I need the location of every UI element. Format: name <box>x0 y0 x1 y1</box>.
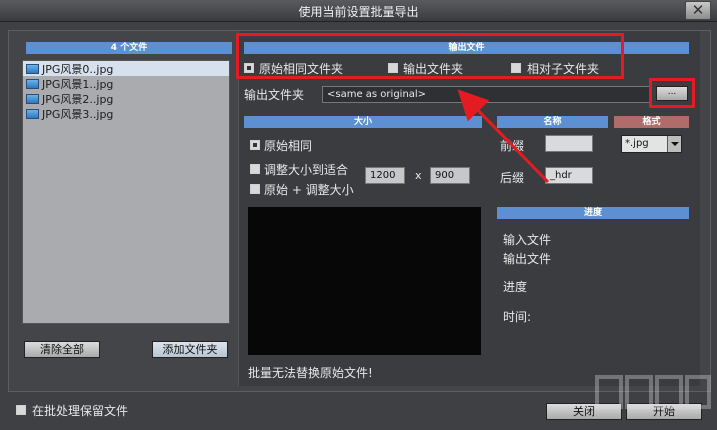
window-title: 使用当前设置批量导出 <box>298 5 419 19</box>
progress-label: 进度 <box>503 280 528 294</box>
time-label: 时间: <box>503 310 532 324</box>
progress-header: 进度 <box>497 207 689 219</box>
watermark-logo <box>595 375 711 409</box>
warning-text: 批量无法替换原始文件! <box>248 366 373 380</box>
add-folder-button[interactable]: 添加文件夹 <box>152 341 228 358</box>
output-file-label: 输出文件 <box>503 252 552 266</box>
prefix-label: 前缀 <box>500 139 525 153</box>
option-relative-subfolder-label: 相对子文件夹 <box>527 62 600 76</box>
size-header: 大小 <box>244 116 482 128</box>
size-by-label: x <box>415 169 422 182</box>
clear-all-button[interactable]: 清除全部 <box>24 341 100 358</box>
height-input[interactable]: 900 <box>430 167 470 184</box>
title-bar: 使用当前设置批量导出 ✕ <box>0 0 717 22</box>
input-file-label: 输入文件 <box>503 233 552 247</box>
file-name: JPG风景3..jpg <box>42 107 114 121</box>
file-name: JPG风景2..jpg <box>42 92 114 106</box>
image-file-icon <box>26 93 39 104</box>
checkbox-resize-fit[interactable] <box>250 164 260 174</box>
list-item[interactable]: JPG风景3..jpg <box>23 106 229 121</box>
radio-original-size[interactable] <box>250 140 260 150</box>
browse-button[interactable]: ... <box>656 86 688 101</box>
option-resize-fit-label: 调整大小到适合 <box>264 163 349 177</box>
file-list[interactable]: JPG风景0..jpg JPG风景1..jpg JPG风景2..jpg JPG风… <box>22 60 230 324</box>
chevron-down-icon[interactable] <box>667 136 681 152</box>
format-header: 格式 <box>614 116 689 128</box>
close-icon[interactable]: ✕ <box>685 1 711 20</box>
naming-header: 名称 <box>497 116 608 128</box>
list-item[interactable]: JPG风景0..jpg <box>23 61 229 76</box>
image-preview <box>248 207 481 355</box>
list-item[interactable]: JPG风景1..jpg <box>23 76 229 91</box>
format-select[interactable]: *.jpg <box>621 135 682 153</box>
checkbox-original-plus-resize[interactable] <box>250 184 260 194</box>
option-original-size-label: 原始相同 <box>264 139 313 153</box>
checkbox-keep-files[interactable] <box>16 405 26 415</box>
file-name: JPG风景1..jpg <box>42 77 114 91</box>
output-folder-label: 输出文件夹 <box>244 88 305 102</box>
list-item[interactable]: JPG风景2..jpg <box>23 91 229 106</box>
option-output-folder-label: 输出文件夹 <box>403 62 464 76</box>
output-folder-input[interactable]: <same as original> <box>322 86 652 103</box>
option-same-folder-label: 原始相同文件夹 <box>259 62 344 76</box>
image-file-icon <box>26 108 39 119</box>
keep-files-label: 在批处理保留文件 <box>32 404 129 418</box>
format-selected-value: *.jpg <box>625 138 649 149</box>
suffix-input[interactable]: _hdr <box>545 167 593 184</box>
file-name: JPG风景0..jpg <box>42 62 114 76</box>
prefix-input[interactable] <box>545 135 593 152</box>
radio-output-folder[interactable] <box>388 63 398 73</box>
option-original-plus-resize-label: 原始 + 调整大小 <box>264 183 354 197</box>
width-input[interactable]: 1200 <box>365 167 405 184</box>
suffix-label: 后缀 <box>500 171 525 185</box>
image-file-icon <box>26 78 39 89</box>
radio-relative-subfolder[interactable] <box>511 63 521 73</box>
image-file-icon <box>26 63 39 74</box>
files-header: 4 个文件 <box>26 42 232 54</box>
radio-same-folder[interactable] <box>244 63 254 73</box>
